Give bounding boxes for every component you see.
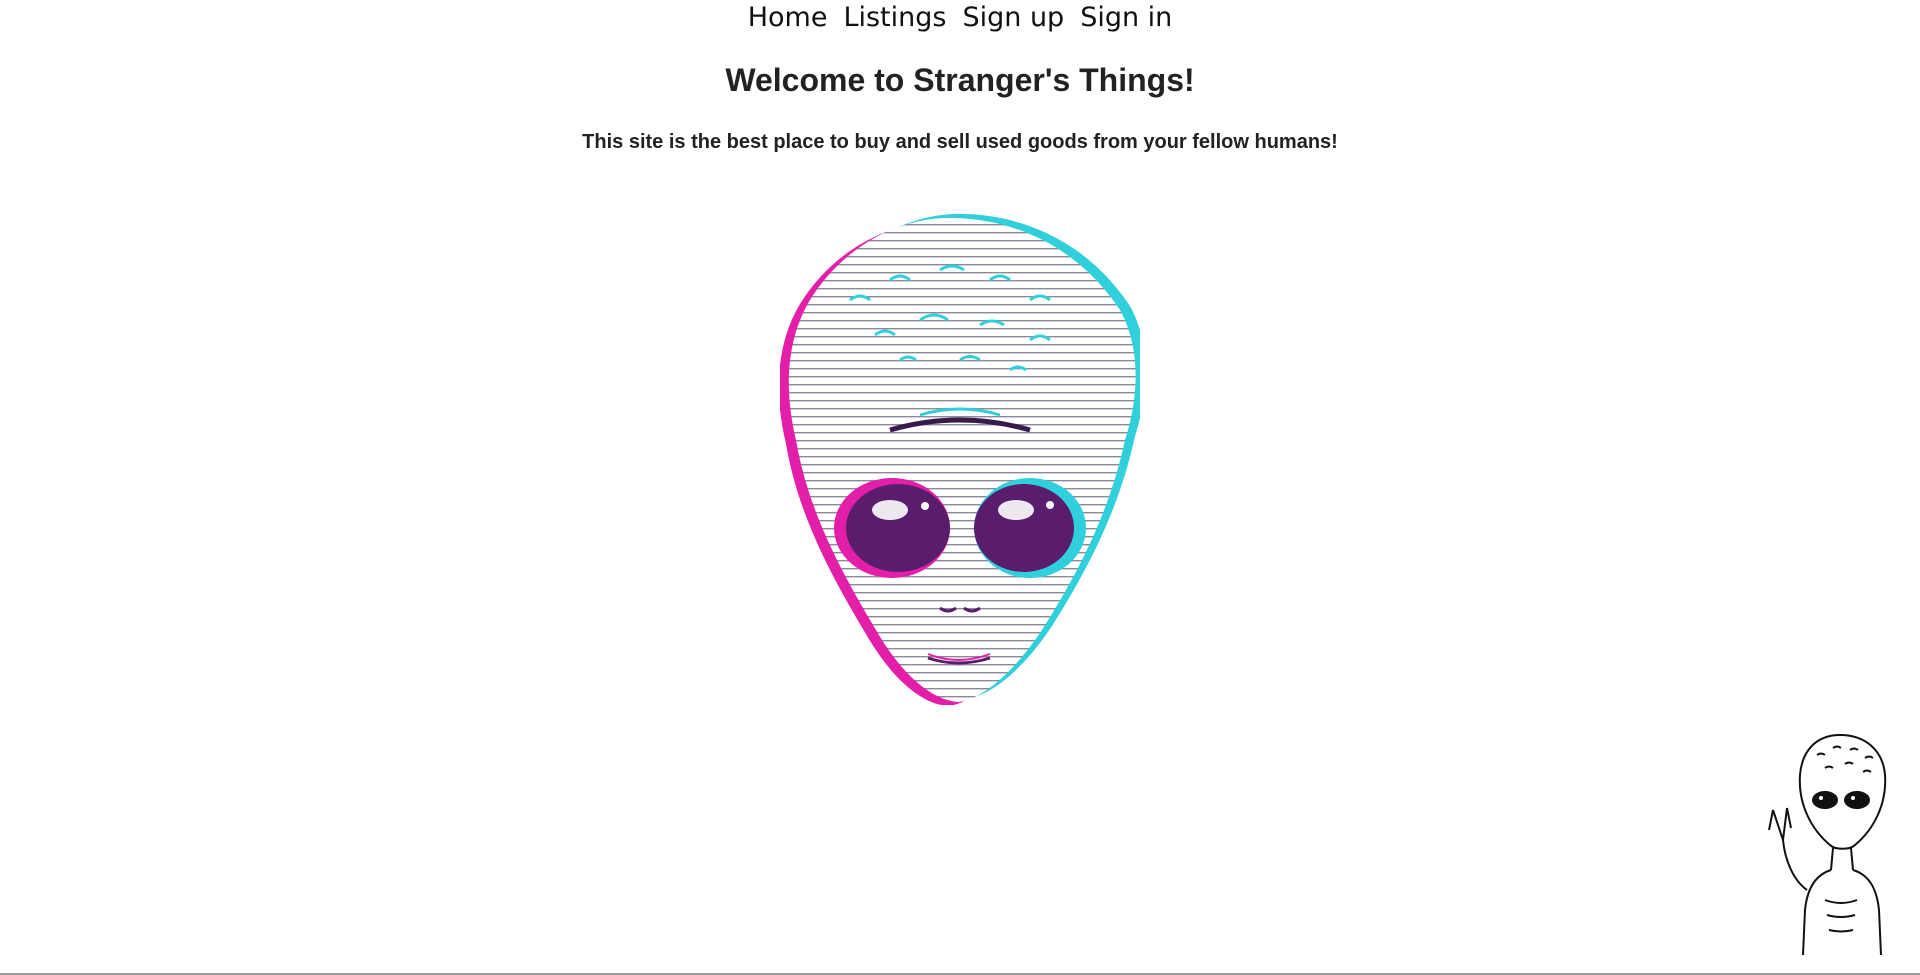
left-eye [834,478,950,578]
page: Home Listings Sign up Sign in Welcome to… [0,0,1920,975]
nav-link-home[interactable]: Home [748,0,828,36]
main-nav: Home Listings Sign up Sign in [0,0,1920,36]
alien-head-illustration [780,213,1140,705]
nav-link-sign-up[interactable]: Sign up [962,0,1064,36]
right-eye [974,478,1086,578]
head-shape [788,217,1136,702]
nav-link-listings[interactable]: Listings [843,0,946,36]
page-tagline: This site is the best place to buy and s… [582,131,1338,153]
page-title: Welcome to Stranger's Things! [725,62,1195,98]
nav-link-sign-in[interactable]: Sign in [1080,0,1172,36]
alien-peace-sign-icon [1768,733,1887,956]
